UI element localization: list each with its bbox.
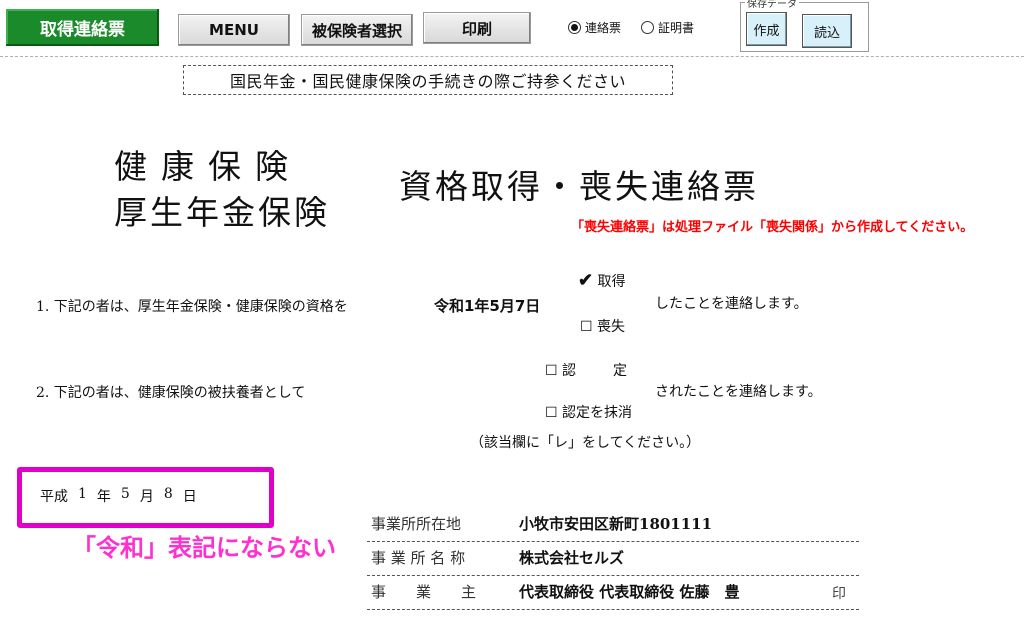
unchecked-icon: ☐ bbox=[580, 319, 593, 335]
item1-date: 令和1年5月7日 bbox=[434, 297, 541, 315]
item2-text: 2. 下記の者は、健康保険の被扶養者として bbox=[36, 385, 306, 401]
load-button[interactable]: 読込 bbox=[802, 14, 852, 48]
item1-text: 1. 下記の者は、厚生年金保険・健康保険の資格を bbox=[36, 299, 348, 315]
radio-notice[interactable]: 連絡票 bbox=[568, 19, 621, 36]
employer-name-value: 株式会社セルズ bbox=[519, 549, 625, 567]
date-day: 8 bbox=[163, 486, 173, 502]
checkbox-approve-label: 認 定 bbox=[562, 363, 631, 379]
radio-unselected-icon[interactable] bbox=[641, 21, 654, 34]
checkbox-loss[interactable]: ☐ 喪失 bbox=[580, 316, 625, 336]
warning-note: 「喪失連絡票」は処理ファイル「喪失関係」から作成してください。 bbox=[571, 220, 974, 235]
page-title: 資格取得・喪失連絡票 bbox=[399, 167, 759, 206]
checkbox-acquire-label: 取得 bbox=[597, 274, 626, 290]
checkbox-loss-label: 喪失 bbox=[597, 319, 626, 335]
menu-button[interactable]: MENU bbox=[178, 14, 290, 46]
employer-owner-row: 事 業 主 代表取締役 代表取締役 佐藤 豊 bbox=[367, 575, 859, 610]
radio-certificate-label: 証明書 bbox=[658, 21, 695, 35]
employer-name-row: 事 業 所 名 称 株式会社セルズ bbox=[367, 541, 859, 576]
toolbar-divider bbox=[0, 56, 1024, 57]
date-month-unit: 月 bbox=[139, 489, 154, 505]
unchecked-icon: ☐ bbox=[545, 405, 558, 421]
submission-date: 平成 1 年 5 月 8 日 bbox=[40, 486, 197, 506]
date-year-unit: 年 bbox=[96, 489, 111, 505]
employer-address-value: 小牧市安田区新町1801111 bbox=[519, 515, 713, 533]
notice-text: 国民年金・国民健康保険の手続きの際ご持参ください bbox=[229, 72, 626, 91]
save-data-label: 保存データ bbox=[745, 0, 799, 10]
checked-icon: ✔ bbox=[578, 270, 594, 291]
checkbox-revoke[interactable]: ☐ 認定を抹消 bbox=[545, 402, 632, 422]
item1-suffix: したことを連絡します。 bbox=[655, 296, 808, 312]
seal-mark: 印 bbox=[832, 586, 846, 602]
checkbox-approve[interactable]: ☐ 認 定 bbox=[545, 360, 630, 380]
date-month: 5 bbox=[120, 486, 130, 502]
radio-certificate[interactable]: 証明書 bbox=[641, 19, 694, 36]
employer-address-row: 事業所所在地 小牧市安田区新町1801111 bbox=[367, 507, 859, 542]
notice-box: 国民年金・国民健康保険の手続きの際ご持参ください bbox=[183, 65, 673, 95]
item2-suffix: されたことを連絡します。 bbox=[655, 384, 822, 400]
date-era: 平成 bbox=[40, 489, 68, 505]
print-button[interactable]: 印刷 bbox=[423, 12, 531, 44]
title-health-insurance: 健康保険 bbox=[114, 147, 302, 186]
employer-address-label: 事業所所在地 bbox=[371, 515, 462, 533]
select-insured-button[interactable]: 被保険者選択 bbox=[301, 14, 413, 46]
acquisition-notice-button[interactable]: 取得連絡票 bbox=[6, 9, 159, 46]
radio-notice-label: 連絡票 bbox=[585, 21, 622, 35]
date-year: 1 bbox=[78, 486, 87, 502]
instruction-text: （該当欄に「レ」をしてください。） bbox=[470, 435, 701, 451]
date-day-unit: 日 bbox=[182, 489, 197, 505]
unchecked-icon: ☐ bbox=[545, 363, 558, 379]
employer-owner-label: 事 業 主 bbox=[371, 583, 477, 601]
radio-selected-icon[interactable] bbox=[568, 21, 581, 34]
title-pension-insurance: 厚生年金保険 bbox=[114, 193, 330, 232]
annotation-text: 「令和」表記にならない bbox=[72, 534, 336, 562]
checkbox-acquire[interactable]: ✔ 取得 bbox=[578, 270, 626, 291]
checkbox-revoke-label: 認定を抹消 bbox=[562, 405, 633, 421]
employer-owner-value: 代表取締役 代表取締役 佐藤 豊 bbox=[519, 583, 740, 601]
employer-name-label: 事 業 所 名 称 bbox=[371, 549, 466, 567]
create-button[interactable]: 作成 bbox=[746, 12, 787, 46]
